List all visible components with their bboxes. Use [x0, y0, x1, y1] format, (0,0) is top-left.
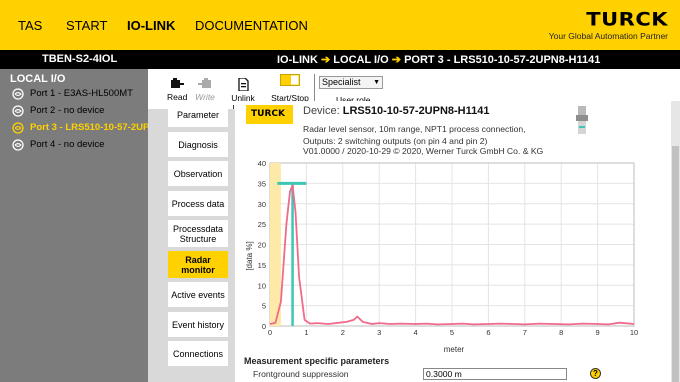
x-tick-label: 0 — [268, 328, 272, 337]
x-tick-label: 2 — [341, 328, 345, 337]
nav-io-link[interactable]: IO-LINK — [127, 18, 175, 33]
radar-chart: 0 1 2 3 4 5 6 7 8 9 10 0 5 10 15 20 25 30 35 40 [data %] m… — [245, 159, 638, 354]
sidebar-title: LOCAL I/O — [10, 73, 66, 85]
device-title: Device: LRS510-10-57-2UPN8-H1141 — [303, 105, 490, 117]
start-stop-button[interactable]: Start/Stop — [270, 74, 310, 103]
chart-grid — [269, 162, 635, 327]
write-label: Write — [195, 92, 215, 102]
x-tick-label: 5 — [450, 328, 454, 337]
menu-process-data[interactable]: Process data — [168, 191, 228, 216]
chevron-down-icon: ▼ — [373, 79, 380, 86]
sidebar-item-port-1[interactable]: Port 1 - E3AS-HL500MT — [12, 87, 148, 101]
device-title-prefix: Device: — [303, 105, 343, 117]
port-icon — [12, 139, 24, 151]
scrollbar-thumb[interactable] — [672, 146, 679, 382]
read-label: Read — [167, 92, 188, 102]
nav-start[interactable]: START — [66, 18, 107, 33]
device-name: TBEN-S2-4IOL — [42, 53, 118, 65]
breadcrumb-port: PORT 3 - LRS510-10-57-2UPN8-H1141 — [404, 54, 601, 66]
device-version: V01.0000 / 2020-10-29 © 2020, Werner Tur… — [303, 146, 544, 156]
device-logo-text: TURCK — [251, 109, 285, 119]
breadcrumb-arrow-icon: ➔ — [321, 54, 331, 66]
user-role-value: Specialist — [322, 77, 361, 87]
x-tick-label: 8 — [559, 328, 563, 337]
frontground-suppression-label: Frontground suppression — [253, 369, 349, 379]
x-tick-label: 3 — [377, 328, 381, 337]
y-tick-labels: 0 5 10 15 20 25 30 35 40 — [258, 159, 266, 331]
device-logo: TURCK — [246, 105, 293, 124]
breadcrumb-arrow-icon: ➔ — [391, 54, 401, 66]
sidebar-item-port-2[interactable]: Port 2 - no device — [12, 104, 148, 118]
sensor-image — [576, 106, 588, 134]
menu-diagnosis[interactable]: Diagnosis — [168, 132, 228, 157]
document-icon — [237, 78, 249, 91]
device-title-name: LRS510-10-57-2UPN8-H1141 — [342, 105, 490, 117]
x-tick-label: 4 — [414, 328, 418, 337]
sidebar-item-port-3[interactable]: Port 3 - LRS510-10-57-2UPN8-H1141 — [12, 121, 148, 135]
nav-tas[interactable]: TAS — [18, 18, 42, 33]
user-role-select[interactable]: Specialist ▼ — [319, 76, 383, 89]
toggle-icon — [280, 74, 300, 86]
toolbar-divider — [314, 74, 315, 104]
y-tick-label: 0 — [262, 322, 266, 331]
menu-event-history[interactable]: Event history — [168, 312, 228, 337]
x-axis-label: meter — [444, 345, 465, 354]
x-tick-labels: 0 1 2 3 4 5 6 7 8 9 10 — [268, 328, 638, 337]
menu-parameter[interactable]: Parameter — [168, 102, 228, 127]
y-tick-label: 40 — [258, 159, 266, 168]
y-tick-label: 35 — [258, 179, 266, 188]
turck-logo: TURCK Your Global Automation Partner — [549, 8, 668, 41]
sidebar-item-label: Port 2 - no device — [30, 105, 105, 116]
x-tick-label: 1 — [304, 328, 308, 337]
write-icon — [198, 78, 211, 88]
write-button[interactable]: Write — [194, 78, 216, 102]
breadcrumb-local-io[interactable]: LOCAL I/O — [333, 54, 388, 66]
menu-connections[interactable]: Connections — [168, 341, 228, 366]
sidebar-item-label: Port 3 - LRS510-10-57-2UPN8-H1141 — [30, 122, 148, 133]
breadcrumb: IO-LINK ➔ LOCAL I/O ➔ PORT 3 - LRS510-10… — [277, 53, 600, 66]
menu-observation[interactable]: Observation — [168, 161, 228, 186]
nav-documentation[interactable]: DOCUMENTATION — [195, 18, 308, 33]
logo-word: TURCK — [586, 8, 668, 30]
y-tick-label: 30 — [258, 200, 266, 209]
x-tick-label: 6 — [486, 328, 490, 337]
sidebar-item-label: Port 4 - no device — [30, 139, 105, 150]
read-button[interactable]: Read — [167, 78, 187, 102]
menu-active-events[interactable]: Active events — [168, 282, 228, 307]
breadcrumb-bar: TBEN-S2-4IOL IO-LINK ➔ LOCAL I/O ➔ PORT … — [0, 50, 680, 69]
port-icon — [12, 105, 24, 117]
y-tick-label: 25 — [258, 220, 266, 229]
help-icon[interactable]: ? — [590, 368, 601, 379]
sidebar-item-label: Port 1 - E3AS-HL500MT — [30, 88, 133, 99]
sidebar-item-port-4[interactable]: Port 4 - no device — [12, 138, 148, 152]
breadcrumb-io-link[interactable]: IO-LINK — [277, 54, 318, 66]
read-icon — [171, 78, 184, 88]
x-tick-label: 7 — [523, 328, 527, 337]
device-description: Radar level sensor, 10m range, NPT1 proc… — [303, 124, 526, 146]
y-axis-label: [data %] — [245, 241, 254, 270]
port-icon — [12, 122, 24, 134]
measurement-section-title: Measurement specific parameters — [244, 356, 390, 366]
port-icon — [12, 88, 24, 100]
menu-radar-monitor[interactable]: Radar monitor — [168, 251, 228, 278]
y-tick-label: 5 — [262, 302, 266, 311]
y-tick-label: 15 — [258, 261, 266, 270]
blind-zone — [270, 163, 281, 326]
x-tick-label: 10 — [630, 328, 638, 337]
y-tick-label: 20 — [258, 241, 266, 250]
y-tick-label: 10 — [258, 281, 266, 290]
frontground-suppression-input[interactable]: 0.3000 m — [423, 368, 567, 380]
x-tick-label: 9 — [596, 328, 600, 337]
menu-processdata-structure[interactable]: Processdata Structure — [168, 220, 228, 247]
logo-tagline: Your Global Automation Partner — [548, 31, 668, 41]
